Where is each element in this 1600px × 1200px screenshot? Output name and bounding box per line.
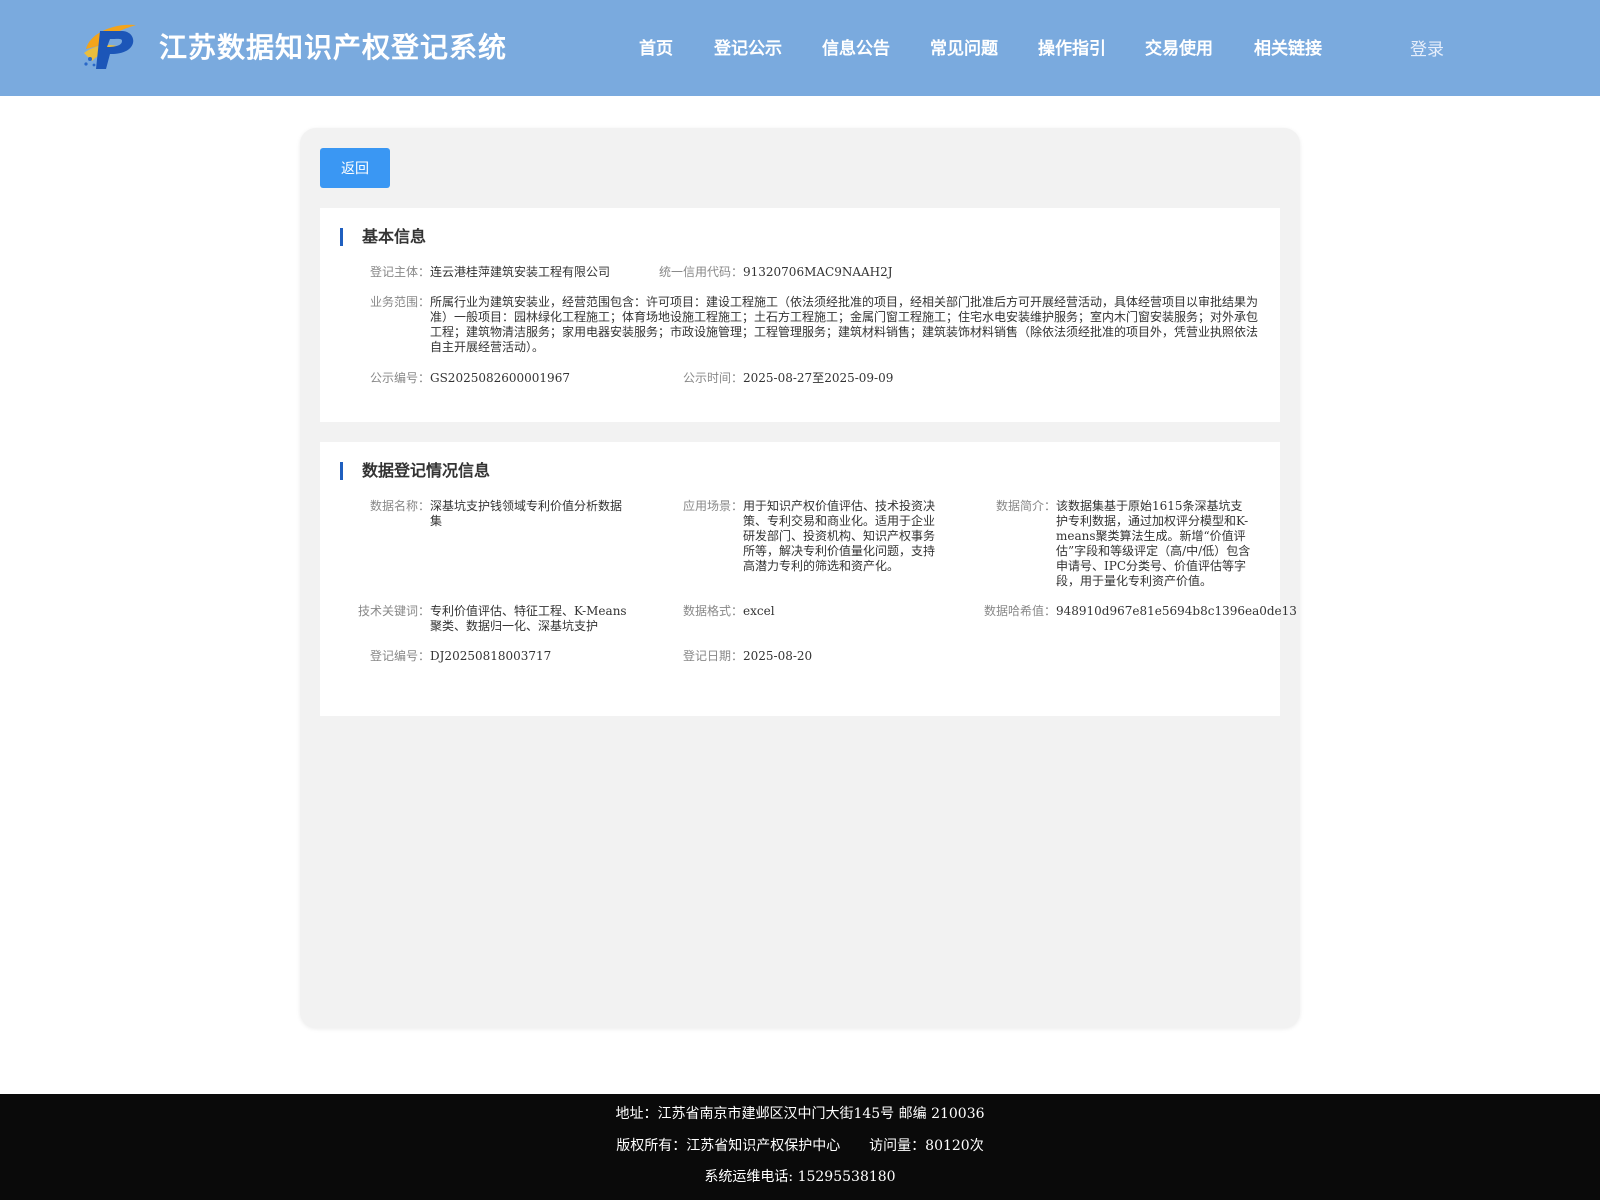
section-accent-bar: [340, 228, 343, 246]
registration-number-label: 登记编号：: [369, 649, 430, 663]
nav-item-trading[interactable]: 交易使用: [1145, 34, 1213, 59]
subject-value: 连云港桂萍建筑安装工程有限公司: [430, 265, 611, 279]
publicity-number-label: 公示编号：: [369, 371, 430, 385]
data-format-label: 数据格式：: [682, 604, 743, 618]
registration-date-value: 2025-08-20: [743, 649, 813, 663]
nav-item-guide[interactable]: 操作指引: [1038, 34, 1106, 59]
registration-date-label: 登记日期：: [682, 649, 743, 663]
data-format-value: excel: [743, 604, 775, 618]
site-footer: 地址：江苏省南京市建邺区汉中门大街145号 邮编 210036 版权所有：江苏省…: [0, 1094, 1600, 1200]
basic-info-title-text: 基本信息: [362, 227, 427, 246]
scope-value: 所属行业为建筑安装业，经营范围包含：许可项目：建设工程施工（依法须经批准的项目，…: [430, 295, 1259, 354]
footer-copyright: 版权所有：江苏省知识产权保护中心: [616, 1138, 841, 1154]
data-hash-value: 948910d967e81e5694b8c1396ea0de13: [1056, 604, 1297, 618]
data-name-label: 数据名称：: [369, 499, 430, 513]
tech-keywords-label: 技术关键词：: [357, 604, 430, 618]
application-scene-value: 用于知识产权价值评估、技术投资决策、专利交易和商业化。适用于企业研发部门、投资机…: [743, 499, 936, 573]
publicity-time-value: 2025-08-27至2025-09-09: [743, 371, 894, 385]
main-nav: 首页 登记公示 信息公告 常见问题 操作指引 交易使用 相关链接: [0, 34, 1600, 59]
publicity-number-value: GS2025082600001967: [430, 371, 570, 385]
data-hash-label: 数据哈希值：: [983, 604, 1056, 618]
section-accent-bar: [340, 462, 343, 480]
data-registration-title: 数据登记情况信息: [340, 462, 490, 480]
data-registration-panel: 数据登记情况信息 数据名称： 深基坑支护钱领域专利价值分析数据集 应用场景： 用…: [320, 442, 1297, 716]
nav-item-registration-publicity[interactable]: 登记公示: [714, 34, 782, 59]
nav-item-links[interactable]: 相关链接: [1254, 34, 1322, 59]
site-header: 江苏数据知识产权登记系统 首页 登记公示 信息公告 常见问题 操作指引 交易使用…: [0, 0, 1600, 96]
application-scene-label: 应用场景：: [682, 499, 743, 513]
footer-visit-count: 访问量：80120次: [869, 1138, 984, 1154]
back-button[interactable]: 返回: [320, 148, 390, 188]
data-intro-value: 该数据集基于原始1615条深基坑支护专利数据，通过加权评分模型和K-means聚…: [1056, 499, 1251, 588]
data-name-value: 深基坑支护钱领域专利价值分析数据集: [430, 499, 623, 528]
credit-code-value: 91320706MAC9NAAH2J: [743, 265, 893, 279]
footer-phone: 系统运维电话: 15295538180: [704, 1169, 896, 1185]
publicity-time-label: 公示时间：: [682, 371, 743, 385]
data-registration-title-text: 数据登记情况信息: [362, 461, 491, 480]
basic-info-title: 基本信息: [340, 228, 426, 246]
data-intro-label: 数据简介：: [995, 499, 1056, 513]
subject-label: 登记主体：: [369, 265, 430, 279]
footer-copyright-row: 版权所有：江苏省知识产权保护中心 访问量：80120次: [0, 1135, 1600, 1155]
credit-code-label: 统一信用代码：: [658, 265, 743, 279]
footer-address: 地址：江苏省南京市建邺区汉中门大街145号 邮编 210036: [615, 1106, 985, 1122]
scope-label: 业务范围：: [369, 295, 430, 309]
nav-item-announcements[interactable]: 信息公告: [822, 34, 890, 59]
nav-item-faq[interactable]: 常见问题: [930, 34, 998, 59]
basic-info-panel: 基本信息 登记主体： 连云港桂萍建筑安装工程有限公司 统一信用代码： 91320…: [320, 208, 1280, 422]
detail-card: 返回 基本信息 登记主体： 连云港桂萍建筑安装工程有限公司 统一信用代码： 91…: [300, 128, 1300, 1028]
login-link[interactable]: 登录: [1410, 35, 1444, 60]
registration-number-value: DJ20250818003717: [430, 649, 552, 663]
tech-keywords-value: 专利价值评估、特征工程、K-Means聚类、数据归一化、深基坑支护: [430, 604, 627, 633]
nav-item-home[interactable]: 首页: [639, 34, 673, 59]
